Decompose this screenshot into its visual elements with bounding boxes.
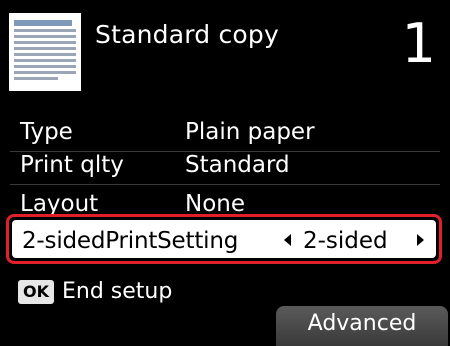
setting-value: 2-sided — [303, 228, 388, 254]
selected-row-highlight: 2-sidedPrintSetting 2-sided — [12, 220, 436, 258]
setting-value: Standard — [185, 152, 290, 178]
copy-settings-screen: Standard copy 1 Type Plain paper Print q… — [0, 0, 450, 346]
arrow-left-icon[interactable] — [284, 234, 291, 246]
advanced-button[interactable]: Advanced — [276, 306, 448, 346]
setting-label: 2-sidedPrintSetting — [22, 228, 239, 254]
end-setup-label: End setup — [62, 279, 173, 304]
mode-title: Standard copy — [95, 20, 279, 49]
setting-label: Print qlty — [20, 152, 124, 178]
setting-row-print-quality[interactable]: Print qlty Standard — [0, 145, 450, 185]
ok-button-icon[interactable]: OK — [18, 280, 54, 304]
copies-count[interactable]: 1 — [402, 14, 436, 74]
arrow-right-icon[interactable] — [417, 234, 424, 246]
document-icon — [9, 13, 81, 91]
setting-row-2-sided-print[interactable]: 2-sidedPrintSetting 2-sided — [6, 214, 442, 264]
